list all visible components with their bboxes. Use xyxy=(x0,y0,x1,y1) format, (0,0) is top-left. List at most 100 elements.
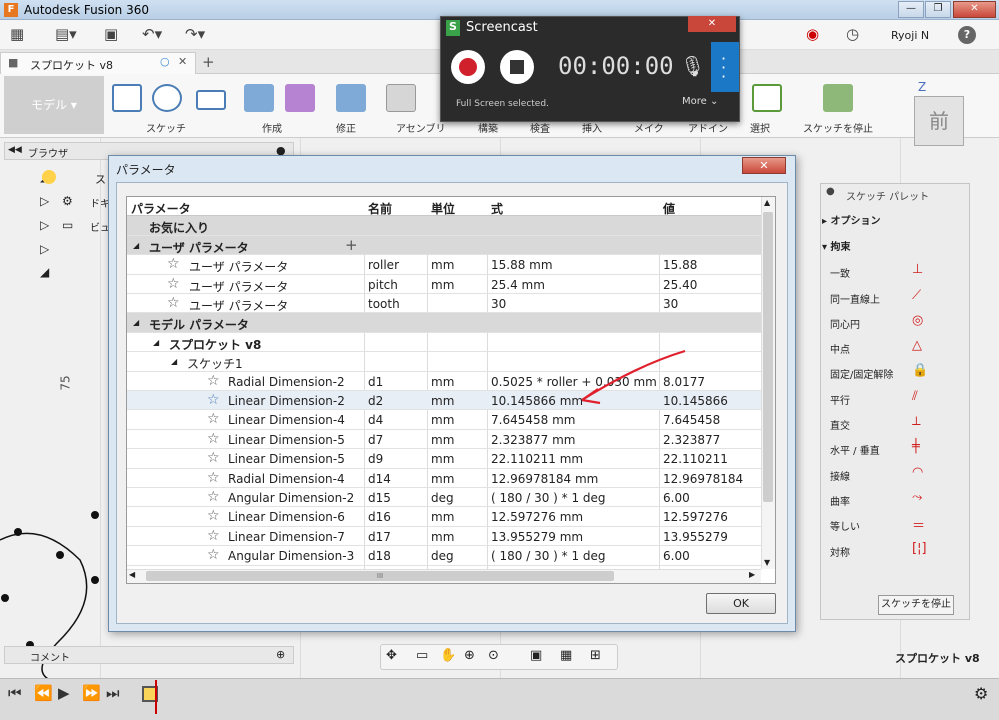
parameter-unit[interactable]: mm xyxy=(431,278,454,292)
parameter-unit[interactable]: deg xyxy=(431,491,454,505)
timeline-prev-icon[interactable]: ⏪ xyxy=(34,684,53,702)
parameter-expression[interactable]: 15.88 mm xyxy=(491,258,553,272)
ribbon-group-select[interactable]: 選択 xyxy=(750,120,770,135)
favorite-star-icon[interactable]: ☆ xyxy=(207,411,220,427)
view-cube[interactable]: 前 xyxy=(914,96,964,146)
horizontal-scroll-thumb[interactable]: III xyxy=(146,571,614,581)
browser-expand-icon[interactable]: ▷ xyxy=(40,242,49,256)
ribbon-group-create[interactable]: 作成 xyxy=(262,120,282,135)
file-menu-icon[interactable]: ▤▾ xyxy=(55,25,77,43)
constraint-collinear[interactable]: 同一直線上 xyxy=(830,291,880,306)
perpendicular-icon[interactable]: ⟂ xyxy=(912,414,921,429)
tangent-icon[interactable]: ◠ xyxy=(912,465,923,480)
favorite-star-icon[interactable]: ☆ xyxy=(207,470,220,486)
scroll-down-icon[interactable]: ▼ xyxy=(764,558,770,567)
parameter-name[interactable]: d14 xyxy=(368,472,391,486)
look-at-icon[interactable]: ▭ xyxy=(416,648,428,663)
constraint-horizontal-vertical[interactable]: 水平 / 垂直 xyxy=(830,442,880,457)
scroll-right-icon[interactable]: ▶ xyxy=(749,570,755,579)
column-header-parameter[interactable]: パラメータ xyxy=(131,200,191,217)
timeline-marker[interactable] xyxy=(155,680,157,714)
new-tab-button[interactable]: + xyxy=(202,53,215,71)
parameter-unit[interactable]: mm xyxy=(431,413,454,427)
parameter-unit[interactable]: mm xyxy=(431,433,454,447)
table-row[interactable]: ☆ Angular Dimension-2 d15 deg ( 180 / 30… xyxy=(127,488,761,508)
screencast-close-button[interactable]: ✕ xyxy=(688,16,736,32)
clock-icon[interactable]: ◷ xyxy=(846,25,859,43)
curvature-icon[interactable]: ⤳ xyxy=(912,490,922,505)
favorite-star-icon[interactable]: ☆ xyxy=(167,276,180,292)
constraint-fix[interactable]: 固定/固定解除 xyxy=(830,366,893,381)
horizontal-vertical-icon[interactable]: ╪ xyxy=(912,439,920,454)
column-header-expression[interactable]: 式 xyxy=(491,200,503,217)
palette-constraints-toggle[interactable]: ▾ 拘束 xyxy=(822,238,851,253)
constraint-tangent[interactable]: 接線 xyxy=(830,468,850,483)
stop-sketch-button[interactable]: スケッチを停止 xyxy=(878,595,954,615)
palette-options-toggle[interactable]: ▸ オプション xyxy=(822,212,881,227)
ribbon-group-make[interactable]: メイク xyxy=(634,120,664,135)
dialog-close-button[interactable]: ✕ xyxy=(742,157,786,174)
scroll-left-icon[interactable]: ◀ xyxy=(129,570,135,579)
favorite-star-icon[interactable]: ☆ xyxy=(207,450,220,466)
display-settings-icon[interactable]: ▣ xyxy=(530,648,542,663)
browser-expand-icon[interactable]: ◢ xyxy=(40,265,49,279)
parameter-expression[interactable]: 12.96978184 mm xyxy=(491,472,598,486)
collapse-icon[interactable]: ◢ xyxy=(133,241,139,250)
parameter-expression[interactable]: ( 180 / 30 ) * 1 deg xyxy=(491,491,606,505)
form-icon[interactable] xyxy=(285,84,315,112)
press-pull-icon[interactable] xyxy=(336,84,366,112)
viewports-icon[interactable]: ⊞ xyxy=(590,648,601,663)
parameter-expression[interactable]: ( 180 / 30 ) * 1 deg xyxy=(491,549,606,563)
new-component-icon[interactable] xyxy=(386,84,416,112)
browser-collapse-icon[interactable]: ◀◀ xyxy=(8,145,22,155)
table-row[interactable]: ☆ Linear Dimension-5 d7 mm 2.323877 mm 2… xyxy=(127,430,761,450)
ribbon-group-assemble[interactable]: アセンブリ xyxy=(396,120,446,135)
kebab-menu-icon[interactable]: · · · xyxy=(721,51,726,85)
maximize-button[interactable]: ❐ xyxy=(925,1,951,18)
lock-icon[interactable]: 🔒 xyxy=(912,363,928,378)
favorite-star-icon[interactable]: ☆ xyxy=(167,256,180,272)
parameter-unit[interactable]: mm xyxy=(431,472,454,486)
constraint-perpendicular[interactable]: 直交 xyxy=(830,417,850,432)
parameter-expression[interactable]: 12.597276 mm xyxy=(491,510,583,524)
save-icon[interactable]: ▣ xyxy=(104,25,118,43)
spline-icon[interactable] xyxy=(152,84,182,112)
timeline-settings-icon[interactable]: ⚙ xyxy=(974,684,988,703)
grid-settings-icon[interactable]: ▦ xyxy=(560,648,572,663)
parameter-expression[interactable]: 7.645458 mm xyxy=(491,413,575,427)
minimize-button[interactable]: — xyxy=(898,1,924,18)
browser-item-root[interactable]: ス xyxy=(95,171,106,187)
constraint-symmetry[interactable]: 対称 xyxy=(830,544,850,559)
concentric-icon[interactable]: ◎ xyxy=(912,313,923,328)
timeline-next-icon[interactable]: ⏩ xyxy=(82,684,101,702)
tab-close-icon[interactable]: ✕ xyxy=(178,55,187,68)
record-button[interactable] xyxy=(451,50,485,84)
pan-icon[interactable]: ✋ xyxy=(440,648,456,663)
favorite-star-icon[interactable]: ☆ xyxy=(207,489,220,505)
table-row[interactable]: ☆ Angular Dimension-3 d18 deg ( 180 / 30… xyxy=(127,546,761,566)
column-header-unit[interactable]: 単位 xyxy=(431,200,455,217)
favorite-star-icon[interactable]: ☆ xyxy=(207,528,220,544)
constraint-coincident[interactable]: 一致 xyxy=(830,265,850,280)
browser-expand-icon[interactable]: ▷ xyxy=(40,218,49,232)
table-row[interactable]: ☆ Linear Dimension-6 d16 mm 12.597276 mm… xyxy=(127,507,761,527)
column-header-value[interactable]: 値 xyxy=(663,200,675,217)
stop-sketch-icon[interactable] xyxy=(823,84,853,112)
window-close-button[interactable]: ✕ xyxy=(953,1,996,18)
parameter-expression[interactable]: 2.323877 mm xyxy=(491,433,575,447)
favorite-star-icon[interactable]: ☆ xyxy=(207,392,220,408)
redo-icon[interactable]: ↷▾ xyxy=(185,25,205,43)
parameter-unit[interactable]: mm xyxy=(431,375,454,389)
rectangle-icon[interactable] xyxy=(196,90,226,110)
parameter-name[interactable]: d18 xyxy=(368,549,391,563)
constraint-parallel[interactable]: 平行 xyxy=(830,392,850,407)
parameter-expression[interactable]: 30 xyxy=(491,297,506,311)
record-status-icon[interactable]: ◉ xyxy=(806,25,819,43)
parameter-name[interactable]: d17 xyxy=(368,530,391,544)
parameter-name[interactable]: d16 xyxy=(368,510,391,524)
constraint-curvature[interactable]: 曲率 xyxy=(830,493,850,508)
browser-item-document[interactable]: ドキ xyxy=(90,195,110,210)
equal-icon[interactable]: ＝ xyxy=(912,515,925,534)
microphone-muted-icon[interactable]: 🎙 xyxy=(680,54,705,78)
parameter-name[interactable]: tooth xyxy=(368,297,400,311)
